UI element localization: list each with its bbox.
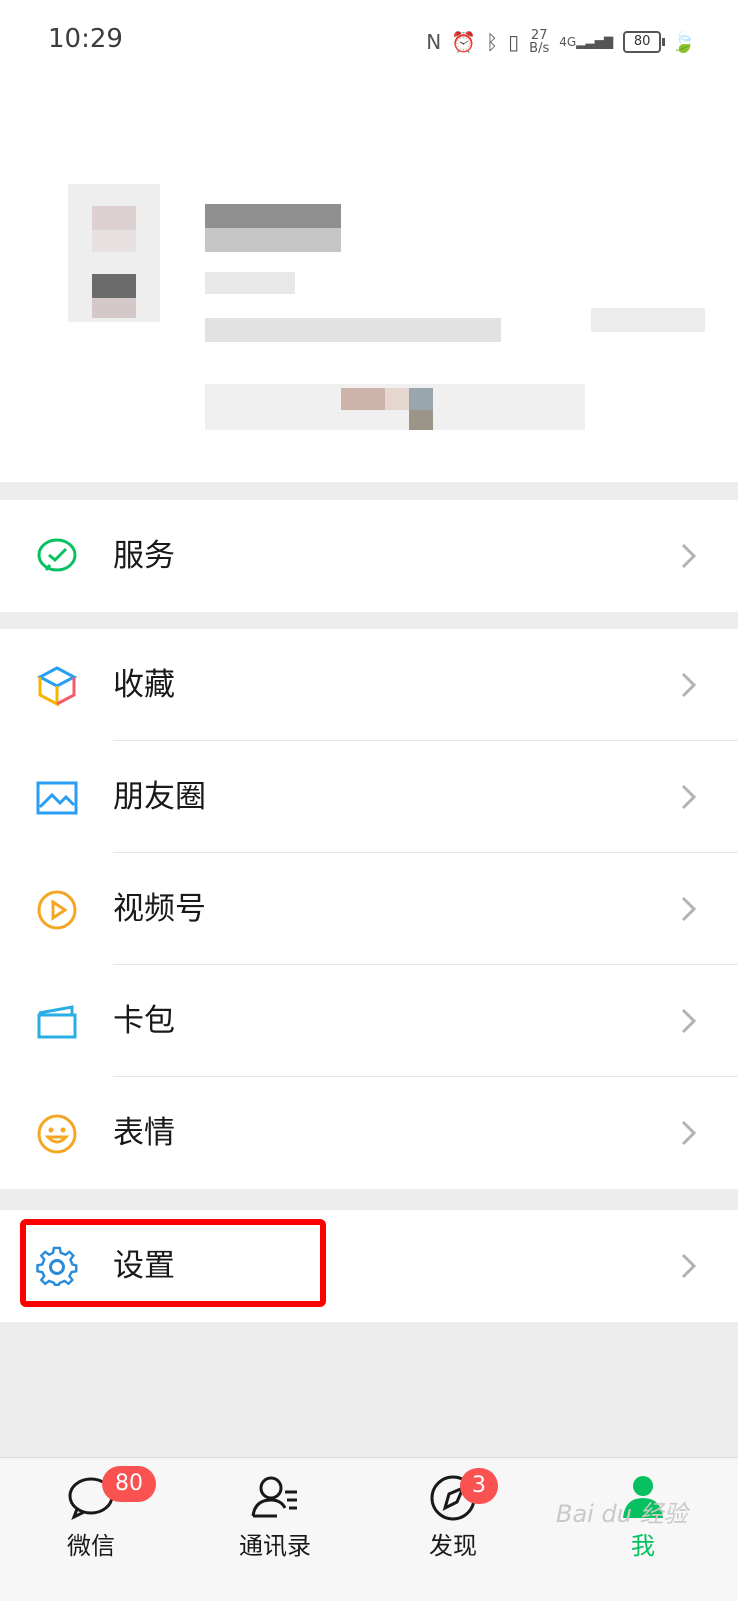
sticker-smiley-icon (37, 1114, 77, 1154)
tab-chats[interactable]: 80 微信 (16, 1458, 166, 1601)
menu-item-moments[interactable]: 朋友圈 (0, 741, 738, 853)
tab-label-chats: 微信 (67, 1532, 115, 1560)
service-section: 服务 (0, 500, 738, 612)
status-icons: N ⏰ ᛒ ▯ 27 B/s 4G▂▃▅▇ 80 🍃 (426, 26, 696, 58)
discover-unread-badge: 3 (460, 1468, 498, 1504)
menu-item-cards[interactable]: 卡包 (0, 965, 738, 1077)
tab-label-me: 我 (631, 1532, 655, 1560)
battery-icon: 80 (623, 31, 666, 53)
signal-icon: 4G▂▃▅▇ (559, 35, 614, 49)
menu-item-favorites[interactable]: 收藏 (0, 629, 738, 741)
chevron-right-icon (681, 1120, 697, 1146)
main-menu-section: 收藏 朋友圈 视频号 卡包 表情 (0, 629, 738, 1189)
chevron-right-icon (681, 1008, 697, 1034)
tab-label-contacts: 通讯录 (239, 1532, 311, 1560)
network-type: 4G (559, 35, 577, 49)
chevron-right-icon (681, 672, 697, 698)
status-bar: 10:29 N ⏰ ᛒ ▯ 27 B/s 4G▂▃▅▇ 80 🍃 (0, 0, 738, 82)
status-row[interactable] (205, 384, 585, 430)
menu-item-channels[interactable]: 视频号 (0, 853, 738, 965)
settings-highlight-annotation (20, 1219, 326, 1307)
bluetooth-icon: ᛒ (486, 30, 499, 54)
avatar[interactable] (68, 184, 160, 322)
menu-label-cards: 卡包 (113, 1003, 175, 1039)
service-icon (37, 538, 77, 572)
moments-icon (36, 781, 78, 815)
favorites-icon (36, 666, 78, 707)
tab-contacts[interactable]: 通讯录 (200, 1458, 350, 1601)
chevron-right-icon (681, 1253, 697, 1279)
menu-label-favorites: 收藏 (113, 667, 175, 703)
tab-me[interactable]: 我 (568, 1458, 718, 1601)
leaf-icon: 🍃 (671, 30, 696, 54)
wechat-id (205, 272, 705, 362)
battery-saver-icon: ▯ (508, 30, 520, 54)
chevron-right-icon (681, 543, 697, 569)
tab-label-discover: 发现 (429, 1532, 477, 1560)
nfc-icon: N (426, 30, 442, 54)
alarm-icon: ⏰ (451, 30, 477, 54)
network-speed-unit: B/s (529, 41, 550, 56)
menu-item-service[interactable]: 服务 (0, 500, 738, 612)
status-time: 10:29 (48, 24, 123, 54)
channels-icon (37, 890, 77, 930)
contacts-icon (251, 1476, 297, 1518)
chevron-right-icon (681, 784, 697, 810)
menu-label-stickers: 表情 (113, 1115, 175, 1151)
nickname (205, 204, 341, 252)
menu-label-service: 服务 (113, 538, 175, 574)
profile-header[interactable] (0, 82, 738, 482)
menu-item-stickers[interactable]: 表情 (0, 1077, 738, 1189)
menu-label-channels: 视频号 (113, 891, 206, 927)
tab-discover[interactable]: 3 发现 (378, 1458, 528, 1601)
menu-label-moments: 朋友圈 (113, 779, 206, 815)
network-speed: 27 B/s (529, 29, 549, 55)
watermark: Bai du 经验 (556, 1500, 688, 1528)
chevron-right-icon (681, 896, 697, 922)
bottom-tab-bar: 80 微信 通讯录 3 发现 我 Bai du 经验 (0, 1457, 738, 1601)
chats-unread-badge: 80 (102, 1466, 156, 1502)
cards-icon (37, 1005, 77, 1039)
battery-level: 80 (633, 34, 651, 49)
